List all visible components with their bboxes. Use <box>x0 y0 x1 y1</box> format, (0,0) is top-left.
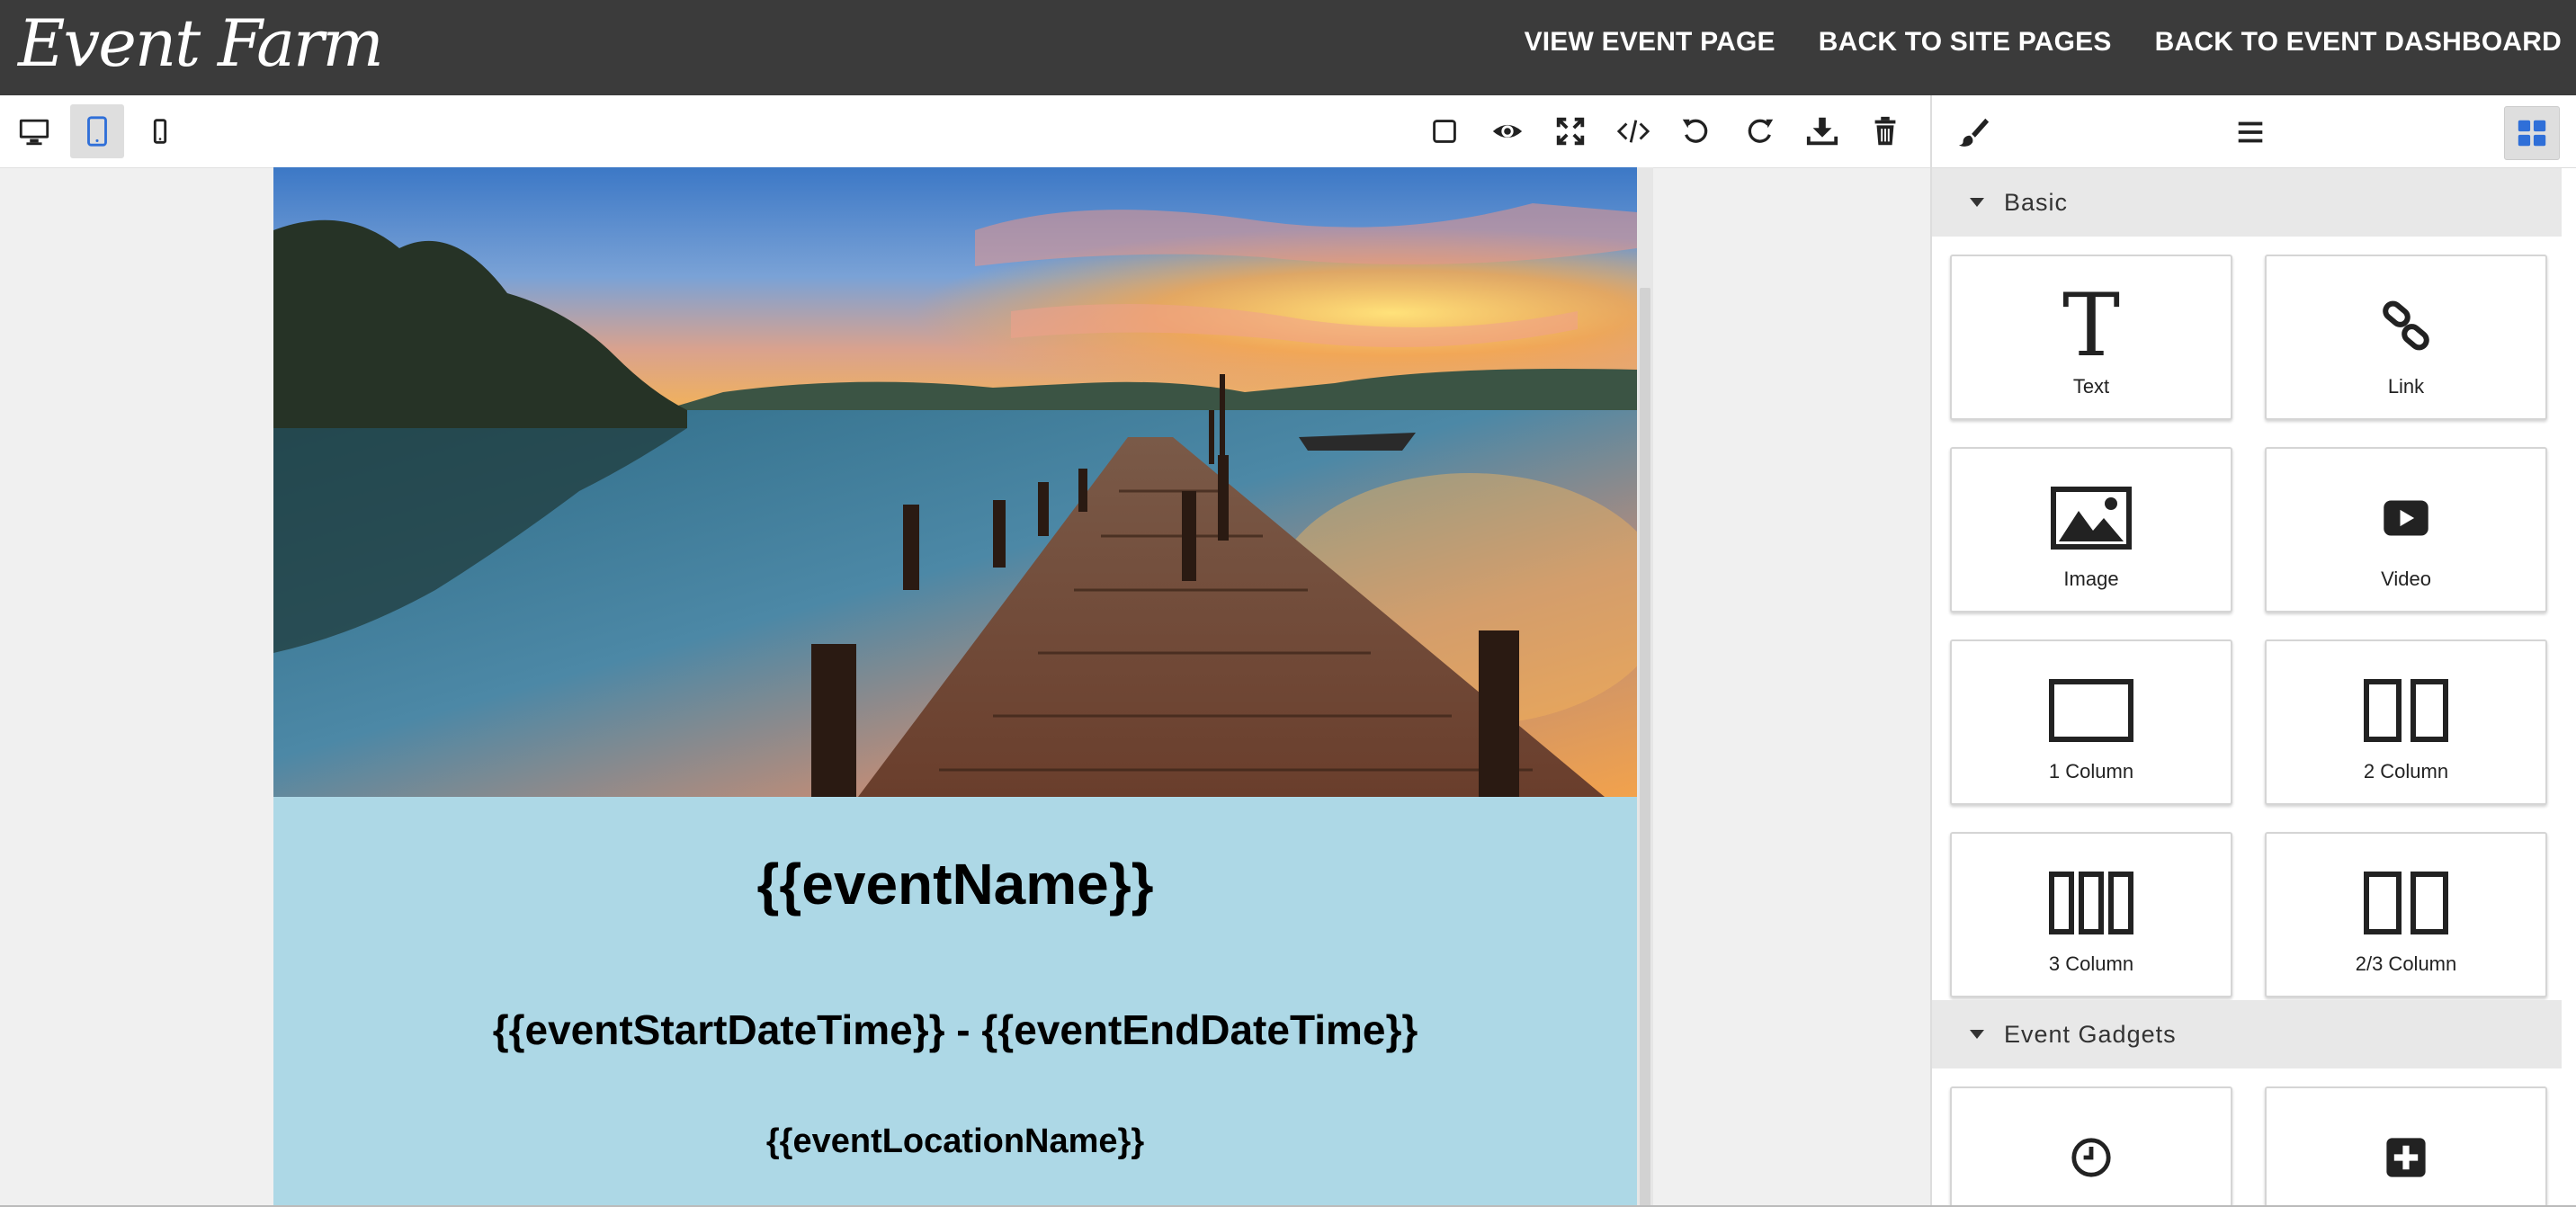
tablet-view-button[interactable] <box>70 104 124 158</box>
view-code-button[interactable] <box>1606 104 1660 158</box>
text-block-label: Text <box>2072 375 2110 398</box>
event-dates-text[interactable]: {{eventStartDateTime}} - {{eventEndDateT… <box>273 1006 1637 1054</box>
event-gadgets-section-header[interactable]: Event Gadgets <box>1932 1000 2562 1068</box>
undo-icon <box>1682 119 1708 143</box>
layer-manager-tab[interactable] <box>2223 106 2277 158</box>
image-icon <box>2051 487 2132 550</box>
tablet-icon <box>87 116 107 147</box>
mobile-icon <box>153 119 167 144</box>
three-column-icon <box>2049 872 2133 934</box>
event-farm-logo[interactable]: Event Farm <box>18 5 384 81</box>
image-block[interactable]: Image <box>1950 447 2232 612</box>
paint-brush-icon <box>1958 118 1990 147</box>
one-column-block-label: 1 Column <box>2048 760 2134 782</box>
clear-canvas-button[interactable] <box>1858 104 1912 158</box>
plus-square-icon <box>2386 1138 2426 1177</box>
back-to-event-dashboard-link[interactable]: BACK TO EVENT DASHBOARD <box>2155 27 2562 58</box>
text-t-icon: T <box>2062 275 2121 376</box>
expand-icon <box>1556 117 1585 146</box>
redo-button[interactable] <box>1732 104 1786 158</box>
export-button[interactable] <box>1795 104 1849 158</box>
event-info-block[interactable]: {{eventName}} {{eventStartDateTime}} - {… <box>273 797 1637 1207</box>
two-thirds-column-block[interactable]: 2/3 Column <box>2265 832 2547 997</box>
event-name-heading[interactable]: {{eventName}} <box>273 851 1637 917</box>
basic-section-title: Basic <box>2004 188 2069 216</box>
two-thirds-column-block-label: 2/3 Column <box>2355 952 2457 975</box>
preview-button[interactable] <box>1480 104 1534 158</box>
event-gadgets-grid <box>1950 1086 2562 1207</box>
style-manager-tab[interactable] <box>1946 106 2000 158</box>
menu-bars-icon <box>2238 121 2263 143</box>
blocks-panel: Basic T Text Link Image Video 1 Column 2… <box>1930 168 2576 1207</box>
text-block[interactable]: T Text <box>1950 255 2232 420</box>
event-location-text[interactable]: {{eventLocationName}} <box>273 1122 1637 1161</box>
eye-icon <box>1492 124 1523 139</box>
one-column-icon <box>2049 679 2133 742</box>
square-outline-icon <box>1433 120 1456 143</box>
one-column-block[interactable]: 1 Column <box>1950 639 2232 805</box>
video-block[interactable]: Video <box>2265 447 2547 612</box>
add-gadget-block[interactable] <box>2265 1086 2547 1207</box>
basic-section-header[interactable]: Basic <box>1932 168 2562 237</box>
three-column-block-label: 3 Column <box>2048 952 2134 975</box>
desktop-view-button[interactable] <box>7 104 61 158</box>
caret-down-icon <box>1970 198 1984 207</box>
clock-icon <box>2071 1138 2111 1177</box>
three-column-block[interactable]: 3 Column <box>1950 832 2232 997</box>
redo-icon <box>1748 119 1774 143</box>
image-block-label: Image <box>2063 568 2119 590</box>
download-icon <box>1806 117 1838 146</box>
top-nav: VIEW EVENT PAGE BACK TO SITE PAGES BACK … <box>1525 27 2562 58</box>
mobile-view-button[interactable] <box>133 104 187 158</box>
undo-button[interactable] <box>1669 104 1723 158</box>
toggle-borders-button[interactable] <box>1418 104 1471 158</box>
two-column-block-label: 2 Column <box>2363 760 2449 782</box>
video-play-icon <box>2384 500 2428 536</box>
link-block-label: Link <box>2387 375 2425 398</box>
basic-blocks-grid: T Text Link Image Video 1 Column 2 Colum… <box>1950 255 2562 997</box>
editor-toolbar <box>0 95 1930 168</box>
link-block[interactable]: Link <box>2265 255 2547 420</box>
blocks-grid-icon <box>2518 120 2546 147</box>
link-chain-icon <box>2383 300 2429 351</box>
countdown-gadget-block[interactable] <box>1950 1086 2232 1207</box>
view-event-page-link[interactable]: VIEW EVENT PAGE <box>1525 27 1775 58</box>
editor-canvas[interactable]: {{eventName}} {{eventStartDateTime}} - {… <box>273 167 1637 1207</box>
two-column-block[interactable]: 2 Column <box>2265 639 2547 805</box>
canvas-scrollbar-thumb[interactable] <box>1640 288 1650 1207</box>
code-icon <box>1616 120 1650 143</box>
panel-tabs <box>1930 95 2576 168</box>
event-gadgets-section-title: Event Gadgets <box>2004 1020 2177 1048</box>
blocks-tab[interactable] <box>2504 106 2560 160</box>
video-block-label: Video <box>2381 568 2431 590</box>
top-header: Event Farm VIEW EVENT PAGE BACK TO SITE … <box>0 0 2576 95</box>
hero-image[interactable] <box>273 167 1637 797</box>
back-to-site-pages-link[interactable]: BACK TO SITE PAGES <box>1819 27 2112 58</box>
two-column-icon <box>2364 679 2448 742</box>
lake-pier-sunset-image <box>273 167 1637 797</box>
two-thirds-column-icon <box>2364 872 2448 934</box>
fullscreen-button[interactable] <box>1543 104 1597 158</box>
trash-icon <box>1874 116 1896 146</box>
desktop-icon <box>19 119 49 146</box>
caret-down-icon <box>1970 1030 1984 1039</box>
